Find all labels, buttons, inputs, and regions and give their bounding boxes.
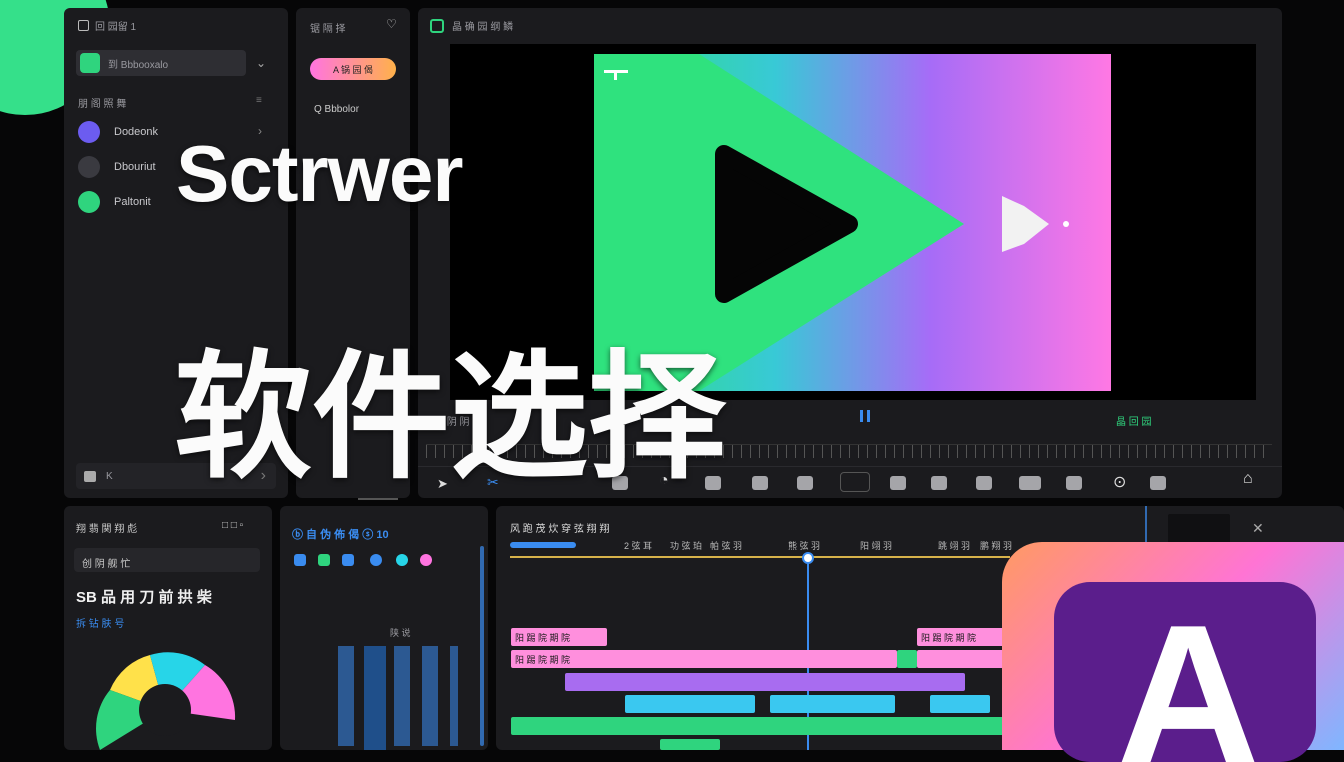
hero-title-en: Sctrwer [176,129,463,218]
audio-icon[interactable] [931,476,947,490]
media-panel: ⓑ 自 伪 佈 偈 ⓢ 10 陕 说 [280,506,488,750]
time-icon[interactable]: ⊙ [1113,472,1126,492]
clip-blue[interactable] [770,695,895,713]
properties-search[interactable]: 创 阴 舰 忙 [74,548,260,572]
pause-icon[interactable] [860,410,870,422]
item-icon [78,121,100,143]
video-icon[interactable] [318,554,330,566]
clip-pink[interactable]: 阳 踢 院 期 院 [917,628,1007,646]
sidebar-section-title: 朋 阁 照 舞 [78,99,127,110]
text-icon[interactable] [370,554,382,566]
timeline-zoom-bar[interactable] [510,542,576,548]
audio-icon[interactable] [342,554,354,566]
media-selected-column[interactable] [364,646,386,750]
grid-icon[interactable] [1019,476,1041,490]
flip-icon[interactable] [1150,476,1166,490]
playhead-handle[interactable] [802,552,814,564]
heart-icon[interactable]: ♡ [386,17,397,31]
ruler-tick: 帕 弦 羽 [710,541,743,551]
sticker-icon[interactable] [396,554,408,566]
media-scrollbar[interactable] [480,546,484,746]
effects-header: 锯 隔 择 [310,24,346,35]
properties-subtitle: 拆 钻 肤 号 [76,619,125,630]
properties-panel: 翔 翡 関 翔 彪 □ □ ▫ 创 阴 舰 忙 SB 品 用 刀 前 拱 柴 拆… [64,506,272,750]
folder-icon [78,20,89,31]
speed-icon[interactable] [797,476,813,490]
close-icon[interactable]: ✕ [1252,520,1264,537]
collapse-icon[interactable]: ≡ [256,95,262,106]
record-icon[interactable] [976,476,992,490]
effects-search[interactable]: Q Bbbolor [314,104,359,115]
monitor-icon [430,18,444,33]
item-icon [78,191,100,213]
work-area-bar[interactable] [510,556,1010,558]
effects-filter-pill[interactable]: A 锅 园 偈 [310,58,396,80]
ruler-tick: 阳 翊 羽 [860,541,893,551]
app-logo-icon: A [1054,582,1316,762]
clip-green[interactable] [897,650,917,668]
timecode-right: 晶 回 园 [1116,417,1152,428]
media-grid[interactable] [338,646,458,746]
ai-icon[interactable] [1066,476,1082,490]
viewer-header: 晶 确 园 纲 鳞 [430,18,513,33]
ruler-tick: 鹏 翔 羽 [980,541,1013,551]
clip-purple[interactable] [565,673,965,691]
clip-blue[interactable] [625,695,755,713]
sidebar-header: 回 园留 1 [78,18,136,33]
timeline-header: 风 跑 茂 炊 穿 弦 翔 翔 [510,524,610,535]
home-icon[interactable]: ⌂ [1243,470,1253,488]
chat-icon [84,470,96,482]
properties-header: 翔 翡 関 翔 彪 [76,524,138,535]
ruler-tick: 熊 弦 羽 [788,541,821,551]
panel-actions[interactable]: □ □ ▫ [222,520,243,531]
project-icon [80,53,100,73]
chevron-down-icon[interactable]: ⌄ [256,56,266,70]
ruler-tick: 功 弦 珀 [670,541,703,551]
hero-title-cn: 软件选择 [174,341,727,495]
project-selector[interactable]: 到 Bbbooxalo [76,50,246,76]
mask-icon[interactable] [752,476,768,490]
clip-blue[interactable] [930,695,990,713]
app-logo-frame: A [1002,542,1344,762]
effect-icon[interactable] [420,554,432,566]
media-header: ⓑ 自 伪 佈 偈 ⓢ 10 [292,529,389,541]
clip-green[interactable] [511,717,1011,735]
ruler-tick: 跳 翊 羽 [938,541,971,551]
folder-icon[interactable] [294,554,306,566]
clip-green[interactable] [660,739,720,750]
item-icon [78,156,100,178]
color-wheel-icon [96,652,236,750]
clip-pink[interactable] [917,650,1007,668]
properties-heading: SB 品 用 刀 前 拱 柴 [76,589,212,606]
preview-toggle[interactable] [840,472,870,492]
freeze-icon[interactable] [890,476,906,490]
media-grid-label: 陕 说 [390,628,411,638]
clip-pink[interactable]: 阳 踢 院 期 院 [511,628,607,646]
clip-pink[interactable]: 阳 踢 院 期 院 [511,650,897,668]
ruler-tick: 2 弦 耳 [624,541,653,551]
